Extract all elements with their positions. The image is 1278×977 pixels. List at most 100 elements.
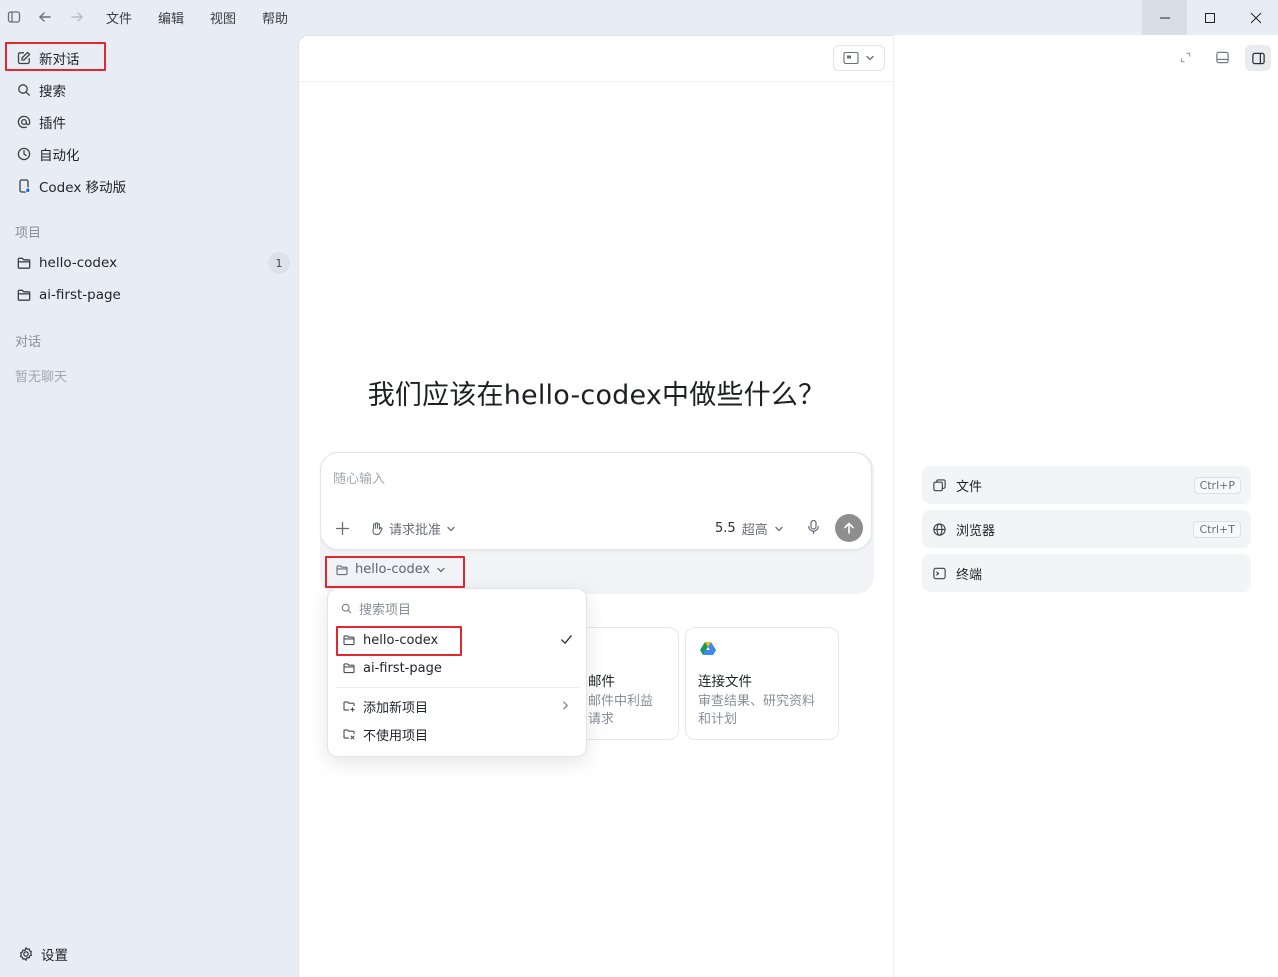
- clock-icon: [16, 146, 32, 162]
- sidebar-project-ai-first-page[interactable]: ai-first-page: [8, 280, 290, 310]
- sidebar-project-label: ai-first-page: [39, 287, 121, 303]
- side-panel-toggle[interactable]: [1245, 45, 1271, 71]
- right-panel: 文件 Ctrl+P 浏览器 Ctrl+T 终端: [893, 35, 1278, 977]
- microphone-icon: [808, 519, 819, 535]
- menu-help[interactable]: 帮助: [262, 8, 288, 27]
- card-description: 邮件中利益: [588, 694, 654, 709]
- menu-view[interactable]: 视图: [210, 8, 236, 27]
- project-selector-label: hello-codex: [355, 562, 431, 577]
- main-toolbar: [299, 36, 894, 82]
- model-selector[interactable]: 5.5 超高: [715, 519, 784, 538]
- open-browser-button[interactable]: 浏览器 Ctrl+T: [922, 510, 1251, 548]
- settings-label: 设置: [41, 948, 68, 964]
- dropdown-item-label: 不使用项目: [363, 728, 429, 744]
- close-icon: [1250, 12, 1261, 23]
- folder-x-icon: [342, 727, 356, 741]
- project-selector[interactable]: hello-codex: [335, 562, 446, 577]
- chats-heading: 对话: [15, 335, 42, 350]
- plus-icon: [335, 521, 350, 536]
- panel-right-icon: [1251, 52, 1265, 64]
- card-description: 请求: [588, 712, 615, 727]
- add-attachment-button[interactable]: [335, 521, 350, 536]
- minimize-button[interactable]: [1142, 0, 1187, 35]
- project-count-badge: 1: [268, 252, 290, 274]
- composer: 随心输入 请求批准 5.5 超高: [320, 452, 872, 550]
- shortcut-badge: Ctrl+P: [1193, 476, 1241, 494]
- card-description: 和计划: [698, 712, 738, 727]
- sidebar-project-hello-codex[interactable]: hello-codex 1: [8, 248, 290, 278]
- close-window-button[interactable]: [1233, 0, 1278, 35]
- card-title: 连接文件: [698, 674, 752, 690]
- sidebar-toggle-icon[interactable]: [6, 9, 22, 25]
- card-description: 审查结果、研究资料: [698, 694, 816, 709]
- chevron-down-icon: [447, 526, 455, 531]
- approval-mode-dropdown[interactable]: 请求批准: [369, 519, 456, 538]
- terminal-icon: [932, 566, 947, 581]
- panel-bottom-icon: [1216, 51, 1229, 64]
- chats-empty-text: 暂无聊天: [15, 370, 68, 385]
- settings-button[interactable]: 设置: [10, 939, 292, 969]
- sidebar-item-label: 插件: [39, 116, 66, 132]
- globe-icon: [932, 522, 947, 537]
- dropdown-item-hello-codex[interactable]: hello-codex: [336, 626, 580, 654]
- files-icon: [932, 478, 947, 493]
- open-files-button[interactable]: 文件 Ctrl+P: [922, 466, 1251, 504]
- model-version: 5.5: [715, 521, 736, 536]
- bottom-panel-toggle[interactable]: [1215, 50, 1230, 65]
- sidebar-item-automation[interactable]: 自动化: [8, 139, 290, 169]
- dropdown-no-project[interactable]: 不使用项目: [336, 720, 580, 748]
- view-mode-button[interactable]: [833, 45, 885, 71]
- model-effort: 超高: [741, 523, 768, 538]
- sidebar: 新对话 搜索 插件 自动化 Codex 移动版 项目 hello-codex 1: [0, 35, 298, 977]
- project-search-placeholder: 搜索项目: [359, 603, 412, 618]
- shortcut-badge: Ctrl+T: [1193, 520, 1241, 538]
- chevron-down-icon: [775, 526, 783, 531]
- sidebar-item-plugins[interactable]: 插件: [8, 107, 290, 137]
- approval-mode-label: 请求批准: [389, 523, 442, 538]
- menu-file[interactable]: 文件: [106, 8, 132, 27]
- project-dropdown: 搜索项目 hello-codex ai-first-page 添加新项目 不使用…: [327, 588, 587, 757]
- maximize-button[interactable]: [1187, 0, 1232, 35]
- mobile-icon: [16, 178, 32, 194]
- sidebar-item-label: Codex 移动版: [39, 180, 127, 196]
- send-button[interactable]: [835, 514, 863, 542]
- expand-icon: [1180, 52, 1191, 63]
- hand-icon: [372, 522, 383, 536]
- open-terminal-button[interactable]: 终端: [922, 554, 1251, 592]
- folder-icon: [16, 287, 32, 303]
- drive-icon: [699, 641, 717, 657]
- forward-arrow-icon[interactable]: [69, 9, 85, 25]
- back-arrow-icon[interactable]: [37, 9, 53, 25]
- main-panel: 我们应该在hello-codex中做些什么？ 随心输入 请求批准 5.5 超高 …: [298, 35, 894, 977]
- sidebar-item-new-chat[interactable]: 新对话: [8, 43, 290, 73]
- edit-icon: [16, 50, 32, 66]
- row-label: 浏览器: [956, 523, 996, 539]
- row-label: 终端: [956, 567, 983, 583]
- project-search-input[interactable]: 搜索项目: [340, 599, 411, 618]
- checkmark-icon: [561, 635, 572, 644]
- hero-title: 我们应该在hello-codex中做些什么？: [367, 380, 826, 411]
- dropdown-divider: [336, 687, 580, 688]
- projects-heading: 项目: [15, 226, 42, 241]
- prompt-input[interactable]: 随心输入: [333, 468, 385, 487]
- screen-icon: [843, 51, 859, 65]
- dropdown-item-ai-first-page[interactable]: ai-first-page: [336, 654, 580, 682]
- sidebar-item-mobile[interactable]: Codex 移动版: [8, 171, 290, 201]
- expand-button[interactable]: [1179, 51, 1192, 64]
- suggestion-card-connect-files[interactable]: 连接文件 审查结果、研究资料 和计划: [685, 627, 839, 740]
- sidebar-item-search[interactable]: 搜索: [8, 75, 290, 105]
- card-title: 邮件: [588, 674, 615, 690]
- microphone-button[interactable]: [806, 519, 821, 535]
- maximize-icon: [1204, 12, 1215, 23]
- folder-plus-icon: [342, 699, 356, 713]
- dropdown-add-project[interactable]: 添加新项目: [336, 692, 580, 720]
- search-icon: [341, 603, 352, 614]
- menu-edit[interactable]: 编辑: [158, 8, 184, 27]
- chevron-down-icon: [437, 567, 445, 572]
- sidebar-project-label: hello-codex: [39, 255, 118, 271]
- chevron-right-icon: [563, 701, 569, 710]
- minimize-icon: [1159, 17, 1170, 18]
- gear-icon: [18, 946, 34, 962]
- sidebar-item-label: 新对话: [39, 52, 80, 68]
- folder-icon: [336, 564, 348, 575]
